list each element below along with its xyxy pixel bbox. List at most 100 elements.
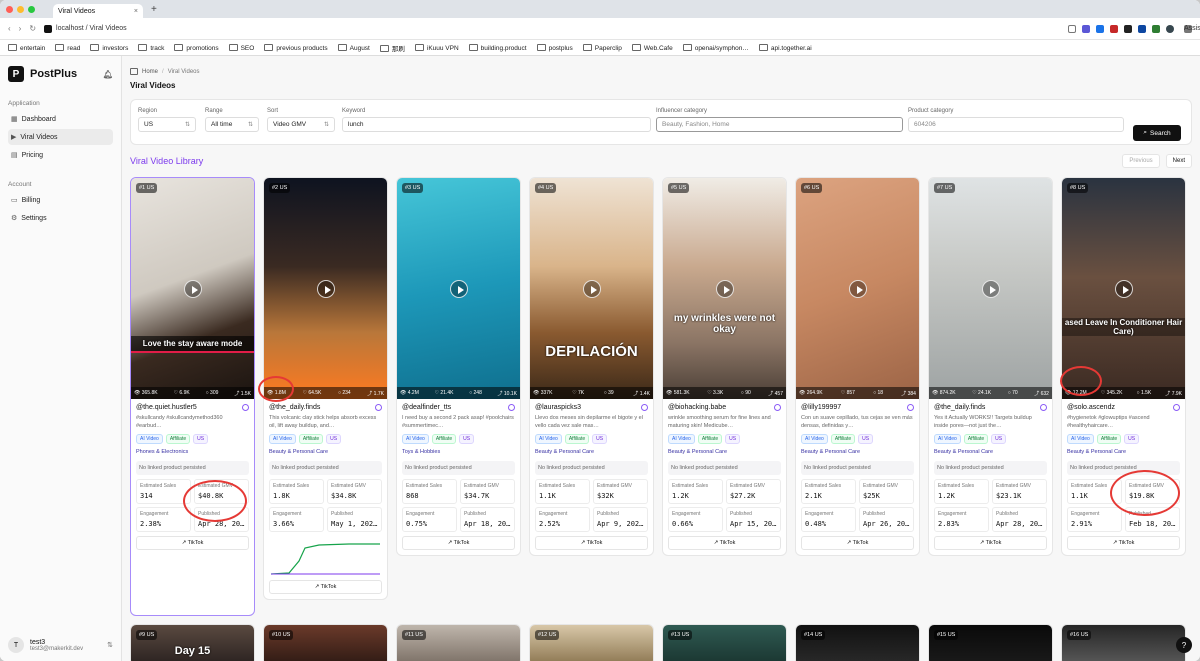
creator-profile-icon[interactable]: [242, 404, 249, 411]
play-icon[interactable]: [848, 279, 867, 298]
tiktok-button[interactable]: ↗ TikTok: [801, 536, 914, 550]
video-card[interactable]: #12 US: [529, 624, 654, 661]
bookmark-item[interactable]: openai/symphon…: [683, 44, 749, 52]
video-card[interactable]: #1 US Love the stay aware mode 👁 365.8K ♡ 6…: [130, 177, 255, 616]
brand[interactable]: P PostPlus 🔔︎: [8, 66, 113, 82]
video-thumbnail[interactable]: #10 US: [264, 625, 387, 661]
forward-icon[interactable]: ›: [19, 24, 22, 33]
video-card[interactable]: #14 US: [795, 624, 920, 661]
video-thumbnail[interactable]: #16 US: [1062, 625, 1185, 661]
video-thumbnail[interactable]: #7 US 👁 874.2K ♡ 24.1K ○ 70 ⤴ 632: [929, 178, 1052, 399]
previous-button[interactable]: Previous: [1122, 154, 1160, 168]
creator-profile-icon[interactable]: [641, 404, 648, 411]
maximize-window-icon[interactable]: [28, 5, 35, 13]
tiktok-button[interactable]: ↗ TikTok: [1067, 536, 1180, 550]
video-card[interactable]: #9 US Day 15: [130, 624, 255, 661]
play-icon[interactable]: [449, 279, 468, 298]
creator-profile-icon[interactable]: [1040, 404, 1047, 411]
bookmark-item[interactable]: postplus: [537, 44, 573, 52]
extension-icon[interactable]: [1138, 24, 1146, 33]
video-card[interactable]: #2 US 👁 1.8M ♡ 64.5K ○ 234 ⤴ 1.7K @the_daily.…: [263, 177, 388, 600]
close-window-icon[interactable]: [6, 5, 13, 13]
video-card[interactable]: #3 US 👁 4.2M ♡ 21.4K ○ 248 ⤴ 10.1K @dealfinde…: [396, 177, 521, 556]
creator-profile-icon[interactable]: [508, 404, 515, 411]
video-thumbnail[interactable]: #11 US: [397, 625, 520, 661]
video-card[interactable]: #5 US my wrinkles were not okay 👁 581.3K ♡ …: [662, 177, 787, 556]
play-icon[interactable]: [582, 279, 601, 298]
bookmark-item[interactable]: read: [55, 44, 80, 52]
range-select[interactable]: All time ⇅: [205, 117, 259, 132]
extension-icon[interactable]: [1096, 24, 1104, 33]
video-thumbnail[interactable]: #12 US: [530, 625, 653, 661]
play-icon[interactable]: [981, 279, 1000, 298]
tiktok-button[interactable]: ↗ TikTok: [269, 580, 382, 594]
video-thumbnail[interactable]: #1 US Love the stay aware mode 👁 365.8K ♡ 6…: [131, 178, 254, 399]
reload-icon[interactable]: ↻: [29, 24, 36, 33]
handle-text[interactable]: @the_daily.finds: [269, 404, 320, 411]
play-icon[interactable]: [1114, 279, 1133, 298]
minimize-window-icon[interactable]: [17, 5, 24, 13]
bookmark-item[interactable]: api.together.ai: [759, 44, 812, 52]
video-thumbnail[interactable]: #6 US 👁 264.9K ♡ 857 ○ 18 ⤴ 384: [796, 178, 919, 399]
creator-profile-icon[interactable]: [774, 404, 781, 411]
creator-profile-icon[interactable]: [907, 404, 914, 411]
handle-text[interactable]: @the_daily.finds: [934, 404, 985, 411]
bookmark-item[interactable]: promotions: [174, 44, 218, 52]
video-thumbnail[interactable]: #13 US: [663, 625, 786, 661]
creator-profile-icon[interactable]: [1173, 404, 1180, 411]
url-field[interactable]: localhost / Viral Videos: [44, 24, 127, 33]
video-card[interactable]: #16 US: [1061, 624, 1186, 661]
product-category-input[interactable]: 604206: [908, 117, 1124, 132]
bookmark-item[interactable]: previous products: [264, 44, 327, 52]
influencer-category-input[interactable]: Beauty, Fashion, Home: [656, 117, 903, 132]
handle-text[interactable]: @dealfinder_tts: [402, 404, 451, 411]
play-icon[interactable]: [715, 279, 734, 298]
help-button[interactable]: ?: [1176, 637, 1192, 653]
sidebar-item-billing[interactable]: ▭ Billing: [8, 192, 113, 208]
browser-tab[interactable]: Viral Videos ×: [53, 4, 143, 18]
profile-icon[interactable]: [1166, 24, 1174, 33]
user-menu[interactable]: T test3 test3@makerkit.dev ⇅: [8, 637, 113, 653]
video-thumbnail[interactable]: #14 US: [796, 625, 919, 661]
assistant-button[interactable]: Assistant: [1184, 24, 1200, 33]
sidebar-toggle-icon[interactable]: [130, 68, 138, 75]
video-thumbnail[interactable]: #9 US Day 15: [131, 625, 254, 661]
video-card[interactable]: #13 US: [662, 624, 787, 661]
bookmark-star-icon[interactable]: [1068, 24, 1076, 33]
video-card[interactable]: #8 US ased Leave In Conditioner Hair Care…: [1061, 177, 1186, 556]
new-tab-icon[interactable]: +: [151, 4, 157, 15]
tiktok-button[interactable]: ↗ TikTok: [136, 536, 249, 550]
bookmark-item[interactable]: investors: [90, 44, 128, 52]
creator-profile-icon[interactable]: [375, 404, 382, 411]
bell-icon[interactable]: 🔔︎: [103, 70, 113, 79]
video-card[interactable]: #15 US: [928, 624, 1053, 661]
bookmark-item[interactable]: building.product: [469, 44, 527, 52]
tiktok-button[interactable]: ↗ TikTok: [668, 536, 781, 550]
bookmark-item[interactable]: track: [138, 44, 164, 52]
video-thumbnail[interactable]: #15 US: [929, 625, 1052, 661]
search-button[interactable]: ⌕ Search: [1133, 125, 1181, 141]
close-tab-icon[interactable]: ×: [134, 8, 138, 15]
sort-select[interactable]: Video GMV ⇅: [267, 117, 335, 132]
bookmark-item[interactable]: entertain: [8, 44, 45, 52]
tiktok-button[interactable]: ↗ TikTok: [934, 536, 1047, 550]
handle-text[interactable]: @biohacking.babe: [668, 404, 726, 411]
sidebar-item-pricing[interactable]: ▤ Pricing: [8, 147, 113, 163]
play-icon[interactable]: [183, 279, 202, 298]
video-thumbnail[interactable]: #4 US DEPILACIÓN 👁 337K ♡ 7K ○ 39 ⤴ 1.4K: [530, 178, 653, 399]
extension-icon[interactable]: [1124, 24, 1132, 33]
extension-icon[interactable]: [1082, 24, 1090, 33]
keyword-input[interactable]: lunch: [342, 117, 651, 132]
handle-text[interactable]: @solo.ascendz: [1067, 404, 1115, 411]
video-thumbnail[interactable]: #5 US my wrinkles were not okay 👁 581.3K ♡ …: [663, 178, 786, 399]
bookmark-item[interactable]: Paperclip: [583, 44, 622, 52]
video-card[interactable]: #10 US: [263, 624, 388, 661]
play-icon[interactable]: [316, 279, 335, 298]
breadcrumb-home[interactable]: Home: [142, 69, 158, 75]
next-button[interactable]: Next: [1165, 154, 1192, 168]
bookmark-item[interactable]: Web.Cafe: [632, 44, 673, 52]
handle-text[interactable]: @lauraspicks3: [535, 404, 581, 411]
sidebar-item-viral-videos[interactable]: ▶ Viral Videos: [8, 129, 113, 145]
region-select[interactable]: US ⇅: [138, 117, 196, 132]
tiktok-button[interactable]: ↗ TikTok: [402, 536, 515, 550]
